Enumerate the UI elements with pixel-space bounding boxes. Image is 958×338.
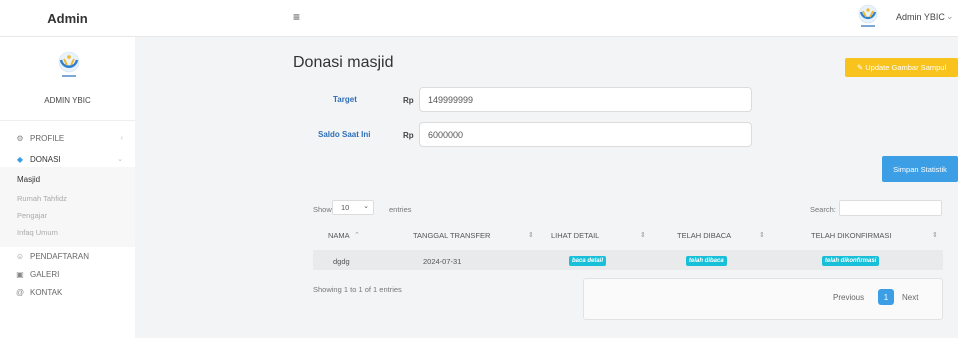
- brand-title[interactable]: Admin: [0, 0, 135, 37]
- sidebar-admin-label: ADMIN YBIC: [44, 96, 91, 105]
- sidebar-item-donasi[interactable]: ◆ DONASI ⌄: [0, 150, 135, 168]
- table-info: Showing 1 to 1 of 1 entries: [313, 285, 402, 294]
- sort-asc-icon[interactable]: ⌃: [354, 231, 360, 239]
- sidebar-item-profile[interactable]: ⚙ PROFILE ‹: [0, 129, 135, 147]
- sidebar-divider: [0, 120, 135, 121]
- next-page-button[interactable]: Next: [902, 293, 918, 302]
- sidebar-item-label: DONASI: [30, 154, 61, 164]
- target-input[interactable]: [419, 87, 752, 112]
- organization-logo-icon: [58, 51, 80, 77]
- gear-icon: ⚙: [16, 133, 24, 143]
- column-header-tanggal-transfer[interactable]: TANGGAL TRANSFER: [413, 231, 490, 240]
- sidebar-item-label: PROFILE: [30, 133, 65, 143]
- cell-tanggal-transfer: 2024-07-31: [423, 257, 462, 266]
- page-title: Donasi masjid: [293, 54, 394, 71]
- sort-icon[interactable]: ⇕: [640, 231, 646, 239]
- user-name[interactable]: Admin YBIC: [896, 12, 945, 22]
- show-label: Show: [313, 205, 332, 214]
- read-detail-badge[interactable]: baca detail: [569, 256, 607, 266]
- target-label: Target: [333, 95, 357, 104]
- users-icon: ☺: [15, 251, 25, 261]
- saldo-label: Saldo Saat Ini: [318, 130, 371, 139]
- saldo-currency-prefix: Rp: [403, 131, 414, 140]
- chevron-down-icon: ⌄: [117, 156, 123, 163]
- save-statistics-button[interactable]: Simpan Statistik: [882, 156, 958, 182]
- page-size-select[interactable]: 10 ⌄: [332, 200, 374, 215]
- chevron-left-icon: ‹: [120, 134, 123, 142]
- saldo-input[interactable]: [419, 122, 752, 147]
- chevron-down-icon[interactable]: ⌄: [946, 11, 954, 22]
- sort-icon[interactable]: ⇕: [759, 231, 765, 239]
- sidebar-subitem-rumah-tahfidz[interactable]: Rumah Tahfidz: [17, 194, 67, 203]
- shield-icon: ◆: [16, 154, 24, 164]
- user-logo-icon[interactable]: [857, 4, 879, 30]
- top-navbar: Admin ≡ Admin YBIC ⌄: [0, 0, 958, 37]
- sort-icon[interactable]: ⇕: [528, 231, 534, 239]
- sidebar-subitem-pengajar[interactable]: Pengajar: [17, 211, 47, 220]
- at-icon: @: [15, 287, 25, 297]
- read-status-badge[interactable]: telah dibaca: [686, 256, 727, 266]
- image-icon: ▣: [16, 269, 24, 279]
- column-header-nama[interactable]: NAMA: [328, 231, 350, 240]
- confirmed-status-badge[interactable]: telah dikonfirmasi: [822, 256, 880, 266]
- sort-icon[interactable]: ⇕: [932, 231, 938, 239]
- column-header-lihat-detail[interactable]: LIHAT DETAIL: [551, 231, 599, 240]
- column-header-telah-dibaca[interactable]: TELAH DIBACA: [677, 231, 731, 240]
- search-label: Search:: [810, 205, 836, 214]
- target-currency-prefix: Rp: [403, 96, 414, 105]
- entries-label: entries: [389, 205, 412, 214]
- sidebar-item-label: PENDAFTARAN: [30, 251, 89, 261]
- sidebar-subitem-infaq-umum[interactable]: Infaq Umum: [17, 228, 58, 237]
- sidebar-subitem-masjid[interactable]: Masjid: [17, 175, 40, 184]
- sidebar-item-galeri[interactable]: ▣ GALERI: [0, 265, 135, 283]
- chevron-down-icon: ⌄: [363, 203, 369, 210]
- sidebar-item-kontak[interactable]: @ KONTAK: [0, 283, 135, 301]
- search-input[interactable]: [839, 200, 942, 216]
- hamburger-icon[interactable]: ≡: [293, 10, 300, 24]
- sidebar-item-label: GALERI: [30, 269, 60, 279]
- cell-nama: dgdg: [333, 257, 350, 266]
- sidebar: ADMIN YBIC ⚙ PROFILE ‹ ◆ DONASI ⌄ Masjid…: [0, 37, 135, 338]
- sidebar-item-label: KONTAK: [30, 287, 63, 297]
- page-number-button[interactable]: 1: [878, 289, 894, 305]
- page-size-value: 10: [341, 203, 350, 212]
- previous-page-button[interactable]: Previous: [833, 293, 864, 302]
- sidebar-item-pendaftaran[interactable]: ☺ PENDAFTARAN: [0, 247, 135, 265]
- column-header-telah-dikonfirmasi[interactable]: TELAH DIKONFIRMASI: [811, 231, 891, 240]
- update-cover-image-button[interactable]: ✎ Update Gambar Sampul: [845, 58, 958, 77]
